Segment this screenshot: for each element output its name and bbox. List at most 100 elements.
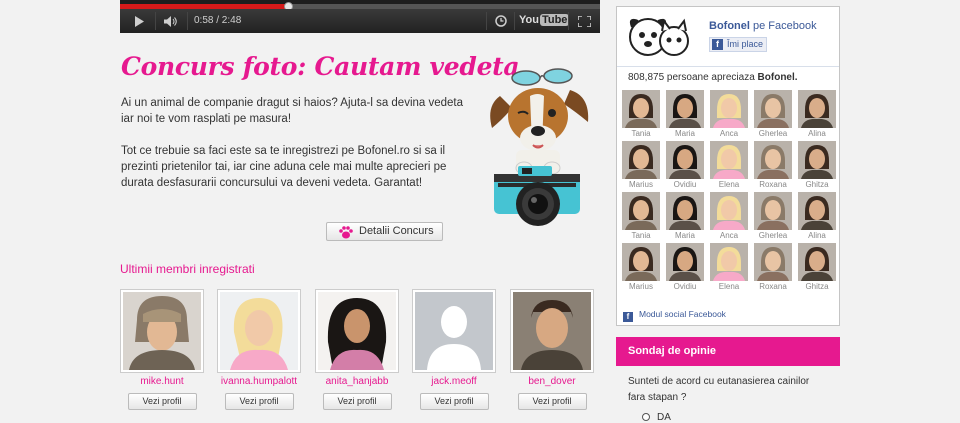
- fan-avatar: [798, 90, 836, 128]
- fan-name[interactable]: Alina: [798, 129, 836, 138]
- facebook-fan[interactable]: Ovidiu: [666, 141, 704, 189]
- fan-name[interactable]: Gherlea: [754, 231, 792, 240]
- facebook-fan[interactable]: Ovidiu: [666, 243, 704, 291]
- fan-name[interactable]: Maria: [666, 129, 704, 138]
- facebook-fan[interactable]: Alina: [798, 192, 836, 240]
- poll-heading: Sondaj de opinie: [616, 337, 840, 366]
- watch-later-button[interactable]: [490, 9, 512, 33]
- facebook-fan[interactable]: Ghitza: [798, 141, 836, 189]
- facebook-fan[interactable]: Maria: [666, 192, 704, 240]
- fan-avatar: [622, 243, 660, 281]
- facebook-fan[interactable]: Marius: [622, 141, 660, 189]
- video-player[interactable]: 0:58 / 2:48 You Tube: [120, 0, 600, 33]
- view-profile-button[interactable]: Vezi profil: [517, 393, 587, 410]
- contest-title: Concurs foto: Cautam vedeta: [121, 52, 520, 81]
- facebook-fan[interactable]: Ghitza: [798, 243, 836, 291]
- member-card: jack.meoff Vezi profil: [412, 289, 496, 410]
- speaker-icon: [164, 16, 177, 27]
- fan-avatar: [754, 192, 792, 230]
- fan-avatar: [798, 243, 836, 281]
- facebook-fan[interactable]: Gherlea: [754, 90, 792, 138]
- fan-avatar: [666, 90, 704, 128]
- facebook-like-box: Bofonel pe Facebook f Îmi place 808,875 …: [616, 6, 840, 326]
- bofonel-logo[interactable]: [624, 13, 694, 61]
- member-photo[interactable]: [412, 289, 496, 373]
- contest-details-button[interactable]: Detalii Concurs: [326, 222, 443, 241]
- fan-name[interactable]: Gherlea: [754, 129, 792, 138]
- facebook-fan[interactable]: Anca: [710, 192, 748, 240]
- member-username[interactable]: ben_dover: [510, 376, 594, 388]
- fan-avatar: [666, 192, 704, 230]
- fan-name[interactable]: Marius: [622, 180, 660, 189]
- facebook-fan[interactable]: Tania: [622, 90, 660, 138]
- facebook-fan-count: 808,875 persoane apreciaza Bofonel.: [628, 72, 798, 83]
- facebook-page-name[interactable]: Bofonel pe Facebook: [709, 20, 817, 32]
- fan-name[interactable]: Ovidiu: [666, 282, 704, 291]
- facebook-fan[interactable]: Roxana: [754, 141, 792, 189]
- fan-name[interactable]: Elena: [710, 180, 748, 189]
- video-time: 0:58 / 2:48: [194, 15, 242, 26]
- member-photo[interactable]: [217, 289, 301, 373]
- member-photo[interactable]: [315, 289, 399, 373]
- facebook-fan[interactable]: Elena: [710, 141, 748, 189]
- facebook-fan[interactable]: Gherlea: [754, 192, 792, 240]
- member-username[interactable]: anita_hanjabb: [315, 376, 399, 388]
- fan-avatar: [798, 141, 836, 179]
- play-button[interactable]: [128, 9, 150, 33]
- facebook-header: Bofonel pe Facebook f Îmi place: [617, 7, 839, 67]
- poll-option-da[interactable]: DA: [642, 412, 671, 423]
- contest-description: Tot ce trebuie sa faci este sa te inregi…: [121, 145, 447, 189]
- member-username[interactable]: ivanna.humpalott: [217, 376, 301, 388]
- view-profile-button[interactable]: Vezi profil: [224, 393, 294, 410]
- fullscreen-button[interactable]: [572, 9, 596, 33]
- facebook-fan[interactable]: Alina: [798, 90, 836, 138]
- fan-avatar: [710, 192, 748, 230]
- fan-name[interactable]: Anca: [710, 129, 748, 138]
- youtube-logo[interactable]: You Tube: [519, 14, 570, 26]
- facebook-fan[interactable]: Marius: [622, 243, 660, 291]
- dog-with-camera-illustration: [490, 68, 589, 226]
- fan-name[interactable]: Alina: [798, 231, 836, 240]
- facebook-like-button[interactable]: f Îmi place: [709, 37, 767, 52]
- view-profile-button[interactable]: Vezi profil: [419, 393, 489, 410]
- fan-name[interactable]: Tania: [622, 129, 660, 138]
- member-photo[interactable]: [510, 289, 594, 373]
- facebook-fan[interactable]: Tania: [622, 192, 660, 240]
- fan-name[interactable]: Roxana: [754, 282, 792, 291]
- fan-name[interactable]: Marius: [622, 282, 660, 291]
- fan-name[interactable]: Ovidiu: [666, 180, 704, 189]
- member-username[interactable]: mike.hunt: [120, 376, 204, 388]
- fan-avatar: [622, 90, 660, 128]
- fan-name[interactable]: Maria: [666, 231, 704, 240]
- member-photo[interactable]: [120, 289, 204, 373]
- fan-avatar: [710, 141, 748, 179]
- member-username[interactable]: jack.meoff: [412, 376, 496, 388]
- view-profile-button[interactable]: Vezi profil: [322, 393, 392, 410]
- facebook-fan[interactable]: Anca: [710, 90, 748, 138]
- fan-name[interactable]: Roxana: [754, 180, 792, 189]
- fan-name[interactable]: Elena: [710, 282, 748, 291]
- contest-details-label: Detalii Concurs: [359, 225, 434, 237]
- facebook-fan[interactable]: Elena: [710, 243, 748, 291]
- fan-name[interactable]: Ghitza: [798, 282, 836, 291]
- fan-avatar: [666, 243, 704, 281]
- fan-avatar: [754, 90, 792, 128]
- fan-avatar: [622, 192, 660, 230]
- fan-name[interactable]: Anca: [710, 231, 748, 240]
- member-card: ivanna.humpalott Vezi profil: [217, 289, 301, 410]
- radio-button[interactable]: [642, 413, 650, 421]
- fan-avatar: [798, 192, 836, 230]
- fan-avatar: [710, 90, 748, 128]
- contest-intro: Ai un animal de companie dragut si haios…: [121, 97, 464, 125]
- facebook-fan[interactable]: Roxana: [754, 243, 792, 291]
- facebook-social-plugin-link[interactable]: f Modul social Facebook: [623, 309, 726, 322]
- fan-name[interactable]: Ghitza: [798, 180, 836, 189]
- fan-avatar: [622, 141, 660, 179]
- fan-avatar: [710, 243, 748, 281]
- view-profile-button[interactable]: Vezi profil: [127, 393, 197, 410]
- fan-name[interactable]: Tania: [622, 231, 660, 240]
- facebook-icon: f: [712, 39, 723, 50]
- facebook-fan[interactable]: Maria: [666, 90, 704, 138]
- play-icon: [135, 16, 144, 27]
- volume-button[interactable]: [160, 9, 182, 33]
